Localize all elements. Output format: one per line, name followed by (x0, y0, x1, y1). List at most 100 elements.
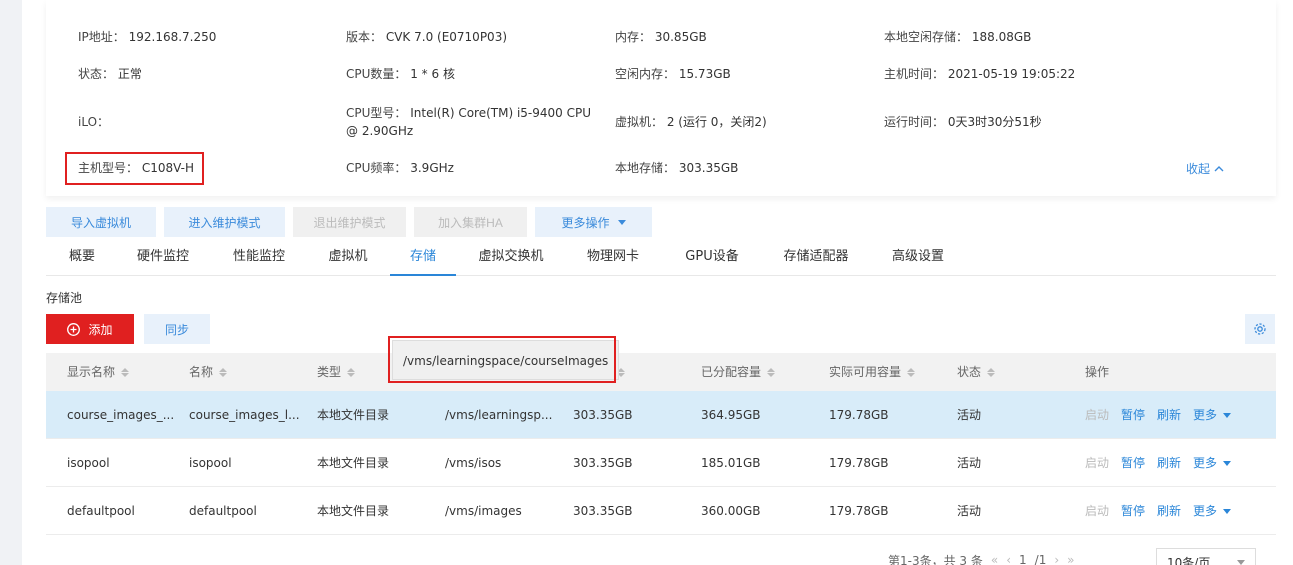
op-start: 启动 (1085, 456, 1110, 470)
op-pause[interactable]: 暂停 (1121, 391, 1145, 439)
th-allocated-label: 已分配容量 (701, 365, 762, 379)
chevron-up-icon (1214, 165, 1224, 171)
table-row[interactable]: course_images_... course_images_l... 本地文… (46, 391, 1276, 439)
info-memory-label: 内存： (615, 30, 652, 44)
sync-button[interactable]: 同步 (144, 314, 210, 344)
pager-total: /1 (1034, 553, 1047, 565)
cell-available: 179.78GB (829, 456, 889, 470)
info-vm-label: 虚拟机： (615, 115, 664, 129)
caret-down-icon (617, 219, 626, 225)
tab-gpu[interactable]: GPU设备 (674, 238, 750, 276)
op-refresh[interactable]: 刷新 (1157, 487, 1181, 535)
cell-path: /vms/learningsp... (445, 408, 553, 422)
enter-maintenance-button[interactable]: 进入维护模式 (164, 207, 285, 237)
pager-summary: 第1-3条，共 3 条 (888, 553, 983, 565)
import-vm-button[interactable]: 导入虚拟机 (46, 207, 156, 237)
op-more-label: 更多 (1193, 504, 1218, 518)
cell-allocated: 185.01GB (701, 456, 761, 470)
th-name[interactable]: 名称 (189, 353, 228, 391)
cell-available: 179.78GB (829, 504, 889, 518)
op-refresh[interactable]: 刷新 (1157, 391, 1181, 439)
more-ops-label: 更多操作 (561, 215, 610, 230)
info-cpu-model: CPU型号： Intel(R) Core(TM) i5-9400 CPU @ 2.… (346, 104, 591, 140)
sort-icon (121, 367, 130, 377)
th-ops: 操作 (1085, 365, 1110, 379)
cell-status: 活动 (957, 456, 982, 470)
sort-icon (987, 367, 996, 377)
first-page-icon[interactable]: « (991, 553, 998, 565)
host-action-bar: 导入虚拟机 进入维护模式 退出维护模式 加入集群HA 更多操作 (46, 207, 652, 237)
th-type[interactable]: 类型 (317, 353, 356, 391)
prev-page-icon[interactable]: ‹ (1006, 553, 1011, 565)
collapse-link[interactable]: 收起 (1186, 160, 1224, 177)
last-page-icon[interactable]: » (1067, 553, 1074, 565)
tab-storage-adapter[interactable]: 存储适配器 (774, 238, 858, 276)
th-available-label: 实际可用容量 (829, 365, 902, 379)
add-button[interactable]: 添加 (46, 314, 134, 344)
info-local-storage-value: 303.35GB (678, 161, 739, 175)
info-cpu-freq: CPU频率： 3.9GHz (346, 159, 454, 177)
info-host-time: 主机时间： 2021-05-19 19:05:22 (884, 65, 1075, 83)
info-ip-value: 192.168.7.250 (128, 30, 217, 44)
info-memory-value: 30.85GB (654, 30, 707, 44)
info-free-mem-label: 空闲内存： (615, 67, 676, 81)
info-cpu-count-value: 1 * 6 核 (410, 67, 455, 81)
th-allocated[interactable]: 已分配容量 (701, 353, 776, 391)
page-size-select[interactable]: 10条/页 (1156, 548, 1256, 565)
sort-icon (767, 367, 776, 377)
tab-storage[interactable]: 存储 (390, 238, 456, 276)
page-size-label: 10条/页 (1167, 555, 1211, 565)
table-row[interactable]: defaultpool defaultpool 本地文件目录 /vms/imag… (46, 487, 1276, 535)
op-pause[interactable]: 暂停 (1121, 439, 1145, 487)
next-page-icon[interactable]: › (1054, 553, 1059, 565)
cell-name: course_images_l... (189, 408, 300, 422)
storage-pool-table: 显示名称 名称 类型 已分配容量 实际可用容量 状态 操作 course_ima… (46, 353, 1276, 535)
add-label: 添加 (88, 322, 113, 337)
table-settings-button[interactable] (1245, 314, 1275, 344)
info-uptime: 运行时间： 0天3时30分51秒 (884, 113, 1042, 131)
cell-status: 活动 (957, 408, 982, 422)
tab-performance-monitor[interactable]: 性能监控 (224, 238, 294, 276)
tab-hardware-monitor[interactable]: 硬件监控 (128, 238, 198, 276)
th-display-name[interactable]: 显示名称 (67, 353, 130, 391)
tab-vswitch[interactable]: 虚拟交换机 (470, 238, 552, 276)
info-local-free: 本地空闲存储： 188.08GB (884, 28, 1031, 46)
cell-status: 活动 (957, 504, 982, 518)
tab-overview[interactable]: 概要 (56, 238, 108, 276)
th-type-label: 类型 (317, 365, 342, 379)
info-host-time-value: 2021-05-19 19:05:22 (947, 67, 1076, 81)
info-version-label: 版本： (346, 30, 383, 44)
tab-advanced[interactable]: 高级设置 (882, 238, 954, 276)
cell-display-name: defaultpool (67, 504, 135, 518)
info-status: 状态： 正常 (78, 65, 142, 83)
tab-vms[interactable]: 虚拟机 (318, 238, 378, 276)
more-ops-button[interactable]: 更多操作 (535, 207, 652, 237)
th-name-label: 名称 (189, 365, 214, 379)
highlight-box-host-model (65, 152, 204, 185)
info-memory: 内存： 30.85GB (615, 28, 707, 46)
cell-path: /vms/images (445, 504, 522, 518)
join-ha-button: 加入集群HA (414, 207, 527, 237)
info-cpu-count: CPU数量： 1 * 6 核 (346, 65, 455, 83)
tab-physical-nic[interactable]: 物理网卡 (578, 238, 648, 276)
info-status-value: 正常 (117, 67, 142, 81)
section-title: 存储池 (46, 291, 83, 305)
op-more[interactable]: 更多 (1193, 487, 1232, 535)
info-free-mem: 空闲内存： 15.73GB (615, 65, 731, 83)
op-refresh[interactable]: 刷新 (1157, 439, 1181, 487)
op-more[interactable]: 更多 (1193, 391, 1232, 439)
op-pause[interactable]: 暂停 (1121, 487, 1145, 535)
cell-type: 本地文件目录 (317, 504, 390, 518)
info-ip-label: IP地址： (78, 30, 125, 44)
table-row[interactable]: isopool isopool 本地文件目录 /vms/isos 303.35G… (46, 439, 1276, 487)
info-ilo-label: iLO： (78, 115, 110, 129)
th-available[interactable]: 实际可用容量 (829, 353, 916, 391)
gear-icon (1254, 323, 1266, 335)
pager-current[interactable]: 1 (1019, 553, 1027, 565)
cell-name: defaultpool (189, 504, 257, 518)
th-status[interactable]: 状态 (957, 353, 996, 391)
pagination: 第1-3条，共 3 条 « ‹ 1 /1 › » (888, 548, 1075, 565)
caret-down-icon (1237, 559, 1245, 565)
info-cpu-freq-value: 3.9GHz (410, 161, 454, 175)
op-more[interactable]: 更多 (1193, 439, 1232, 487)
